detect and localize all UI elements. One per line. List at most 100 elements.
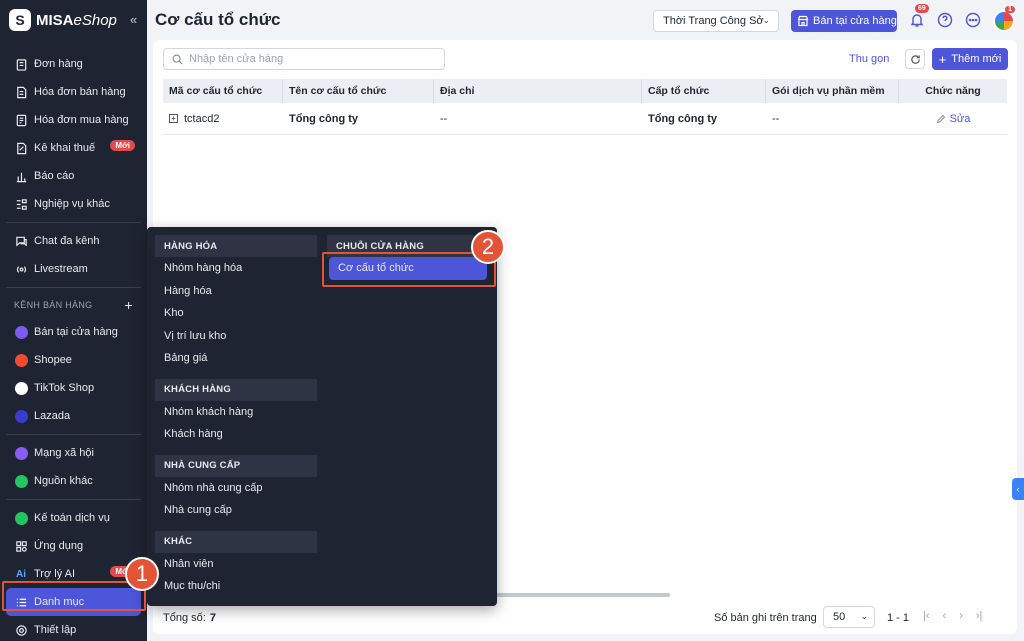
add-new-button[interactable]: + Thêm mới [932, 48, 1008, 70]
sidebar-item-social[interactable]: Mạng xã hội [0, 439, 147, 467]
shopee-icon [14, 353, 28, 367]
edit-button[interactable]: Sửa [936, 113, 970, 125]
sidebar-item-purchase-invoice[interactable]: Hóa đơn mua hàng [0, 106, 147, 134]
menu-item-supplier-group[interactable]: Nhóm nhà cung cấp [155, 477, 317, 500]
sidebar-item-livestream[interactable]: Livestream [0, 255, 147, 283]
sidebar-item-reports[interactable]: Báo cáo [0, 162, 147, 190]
store-icon [797, 15, 809, 27]
side-panel-toggle[interactable]: ‹ [1012, 478, 1024, 500]
menu-item-suppliers[interactable]: Nhà cung cấp [155, 499, 317, 522]
catalog-menu-left: HÀNG HÓA Nhóm hàng hóa Hàng hóa Kho Vị t… [155, 235, 317, 598]
list-settings-icon [14, 197, 28, 211]
menu-item-price-list[interactable]: Bảng giá [155, 347, 317, 370]
prev-page-icon[interactable]: ‹ [943, 610, 947, 622]
other-source-icon [14, 474, 28, 488]
sidebar-nav: Đơn hàng Hóa đơn bán hàng Hóa đơn mua hà… [0, 50, 147, 641]
store-selector[interactable]: Thời Trang Công Sở ⌄ [653, 10, 779, 32]
menu-section-other: KHÁC [155, 530, 317, 553]
sidebar-item-sales-invoice[interactable]: Hóa đơn bán hàng [0, 78, 147, 106]
cell-address: -- [440, 112, 448, 125]
sidebar-item-label: Bán tại cửa hàng [34, 326, 118, 338]
annotation-highlight-catalog [2, 581, 146, 611]
org-structure-table: Mã cơ cấu tổ chức Tên cơ cấu tổ chức Địa… [163, 79, 1007, 135]
sidebar-item-accounting[interactable]: Kế toán dịch vụ [0, 504, 147, 532]
menu-item-storage-location[interactable]: Vị trí lưu kho [155, 325, 317, 348]
sidebar-item-other-sources[interactable]: Nguồn khác [0, 467, 147, 495]
tiktok-icon [14, 381, 28, 395]
menu-item-warehouse[interactable]: Kho [155, 302, 317, 325]
sidebar-item-label: Báo cáo [34, 170, 75, 182]
column-header[interactable]: Mã cơ cấu tổ chức [163, 79, 283, 103]
help-icon[interactable] [937, 12, 953, 28]
sidebar-item-label: Nghiệp vụ khác [34, 198, 110, 210]
menu-item-income-expense[interactable]: Mục thu/chi [155, 575, 317, 598]
sales-channels-header: KÊNH BÁN HÀNG + [14, 297, 133, 313]
sidebar: S MISAeShop « Đơn hàng Hóa đơn bán hàng … [0, 0, 147, 641]
sidebar-item-label: Hóa đơn mua hàng [34, 114, 129, 126]
per-page-select[interactable]: 50 ⌄ [823, 606, 875, 628]
brand-name: MISAeShop [36, 11, 117, 29]
sidebar-item-lazada[interactable]: Lazada [0, 402, 147, 430]
add-channel-icon[interactable]: + [125, 297, 133, 313]
apps-icon [14, 539, 28, 553]
tax-icon [14, 141, 28, 155]
search-input[interactable] [189, 53, 429, 65]
collapse-sidebar-button[interactable]: « [130, 12, 137, 27]
sidebar-item-label: Livestream [34, 263, 88, 275]
sidebar-item-tax[interactable]: Kê khai thuế Mới [0, 134, 147, 162]
column-header[interactable]: Địa chỉ [434, 79, 642, 103]
menu-item-goods-group[interactable]: Nhóm hàng hóa [155, 257, 317, 280]
sidebar-item-tiktok[interactable]: TikTok Shop [0, 374, 147, 402]
store-icon [14, 325, 28, 339]
pagination: |‹ ‹ › ›| [923, 610, 982, 622]
sidebar-item-label: Nguồn khác [34, 475, 93, 487]
more-icon[interactable] [965, 12, 981, 28]
clipboard-icon [14, 57, 28, 71]
last-page-icon[interactable]: ›| [976, 610, 983, 622]
menu-item-employees[interactable]: Nhân viên [155, 553, 317, 576]
sidebar-item-orders[interactable]: Đơn hàng [0, 50, 147, 78]
new-badge: Mới [110, 140, 135, 151]
accounting-icon [14, 511, 28, 525]
pencil-icon [936, 114, 945, 123]
sidebar-divider [6, 287, 141, 288]
column-header[interactable]: Cấp tổ chức [642, 79, 766, 103]
chevron-down-icon: ⌄ [762, 15, 770, 25]
first-page-icon[interactable]: |‹ [923, 610, 930, 622]
sell-at-store-button[interactable]: Bán tại cửa hàng [791, 10, 897, 32]
avatar-badge: 1 [1005, 6, 1015, 13]
menu-item-customers[interactable]: Khách hàng [155, 423, 317, 446]
sidebar-item-pos[interactable]: Bán tại cửa hàng [0, 318, 147, 346]
cell-package: -- [772, 112, 780, 125]
ai-icon: Ai [16, 568, 26, 580]
menu-item-customer-group[interactable]: Nhóm khách hàng [155, 401, 317, 424]
next-page-icon[interactable]: › [959, 610, 963, 622]
column-header: Chức năng [925, 85, 981, 97]
cell-code: tctacd2 [184, 112, 220, 125]
sidebar-item-label: Kế toán dịch vụ [34, 512, 110, 524]
expand-icon[interactable]: + [169, 114, 178, 123]
collapse-link[interactable]: Thu gọn [849, 53, 889, 65]
sidebar-item-label: Mạng xã hội [34, 447, 94, 459]
sidebar-item-shopee[interactable]: Shopee [0, 346, 147, 374]
brand[interactable]: S MISAeShop [0, 0, 147, 40]
avatar[interactable] [993, 10, 1015, 32]
sidebar-item-chat[interactable]: Chat đa kênh [0, 227, 147, 255]
search-box[interactable] [163, 48, 445, 70]
top-header: Cơ cấu tổ chức Thời Trang Công Sở ⌄ Bán … [147, 0, 1024, 40]
sidebar-item-settings[interactable]: Thiết lập [0, 616, 147, 641]
purchase-invoice-icon [14, 113, 28, 127]
social-icon [14, 446, 28, 460]
column-header[interactable]: Gói dịch vụ phần mềm [766, 79, 899, 103]
column-header[interactable]: Tên cơ cấu tổ chức [283, 79, 434, 103]
bell-icon[interactable] [909, 12, 925, 28]
refresh-button[interactable] [905, 49, 925, 69]
table-header: Mã cơ cấu tổ chức Tên cơ cấu tổ chức Địa… [163, 79, 1007, 103]
menu-item-goods[interactable]: Hàng hóa [155, 280, 317, 303]
table-row[interactable]: + tctacd2 Tổng công ty -- Tổng công ty -… [163, 103, 1007, 135]
sidebar-divider [6, 499, 141, 500]
notification-count-badge: 69 [915, 4, 929, 13]
sidebar-item-other-ops[interactable]: Nghiệp vụ khác [0, 190, 147, 218]
sidebar-item-apps[interactable]: Ứng dụng [0, 532, 147, 560]
cell-name: Tổng công ty [289, 112, 359, 125]
